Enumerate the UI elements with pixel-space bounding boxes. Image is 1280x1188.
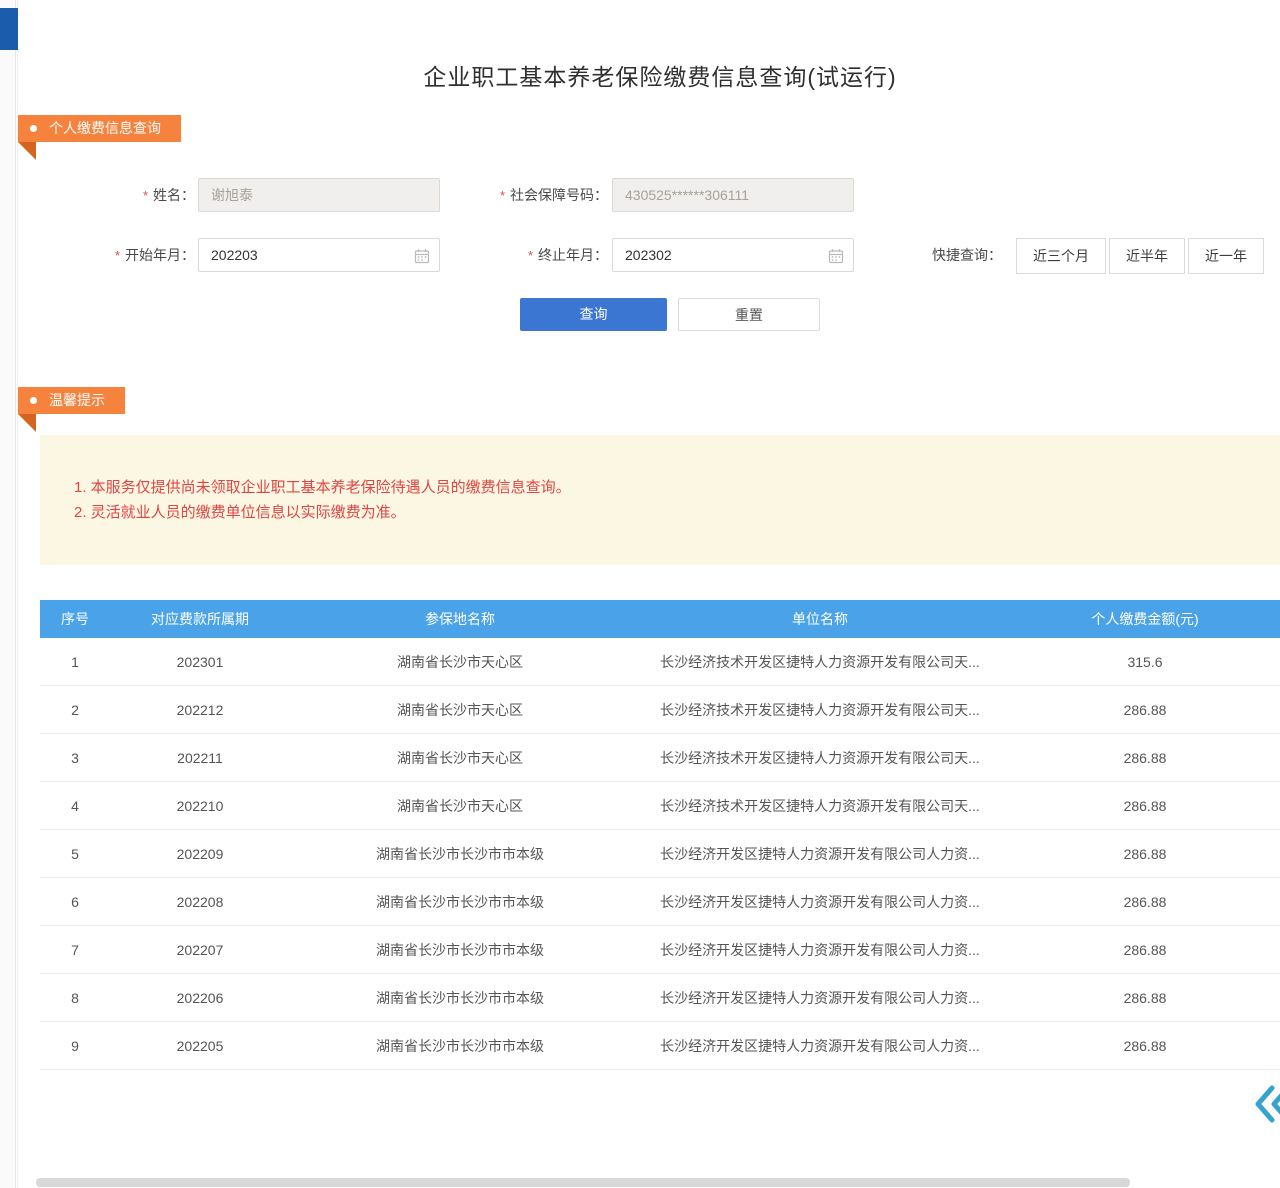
col-header-amount: 个人缴费金额(元) <box>1010 600 1280 638</box>
cell-insured-place: 湖南省长沙市长沙市市本级 <box>290 926 630 973</box>
cell-amount: 286.88 <box>1010 926 1280 973</box>
cell-amount: 286.88 <box>1010 734 1280 781</box>
table-row: 1 202301 湖南省长沙市天心区 长沙经济技术开发区捷特人力资源开发有限公司… <box>40 638 1280 686</box>
cell-insured-place: 湖南省长沙市长沙市市本级 <box>290 830 630 877</box>
required-asterisk: * <box>115 248 120 263</box>
cell-period: 202205 <box>110 1022 290 1069</box>
calendar-icon[interactable] <box>414 248 430 264</box>
cell-period: 202208 <box>110 878 290 925</box>
query-button[interactable]: 查询 <box>520 298 667 331</box>
cell-period: 202209 <box>110 830 290 877</box>
cell-insured-place: 湖南省长沙市天心区 <box>290 638 630 685</box>
table-row: 6 202208 湖南省长沙市长沙市市本级 长沙经济开发区捷特人力资源开发有限公… <box>40 878 1280 926</box>
cell-period: 202210 <box>110 782 290 829</box>
horizontal-scrollbar[interactable] <box>36 1178 1130 1187</box>
end-month-field[interactable]: 202302 <box>612 238 854 272</box>
cell-employer: 长沙经济技术开发区捷特人力资源开发有限公司天... <box>630 686 1010 733</box>
sidebar-blue-block <box>0 8 18 50</box>
tips-line: 2. 灵活就业人员的缴费单位信息以实际缴费为准。 <box>74 500 1260 525</box>
table-row: 3 202211 湖南省长沙市天心区 长沙经济技术开发区捷特人力资源开发有限公司… <box>40 734 1280 782</box>
table-row: 2 202212 湖南省长沙市天心区 长沙经济技术开发区捷特人力资源开发有限公司… <box>40 686 1280 734</box>
table-row: 8 202206 湖南省长沙市长沙市市本级 长沙经济开发区捷特人力资源开发有限公… <box>40 974 1280 1022</box>
required-asterisk: * <box>143 188 148 203</box>
start-month-field[interactable]: 202203 <box>198 238 440 272</box>
cell-amount: 286.88 <box>1010 782 1280 829</box>
cell-seq: 8 <box>40 974 110 1021</box>
section-tag-label: 温馨提示 <box>49 387 105 414</box>
col-header-period: 对应费款所属期 <box>110 600 290 638</box>
collapse-double-chevron-icon[interactable] <box>1252 1082 1280 1126</box>
cell-period: 202212 <box>110 686 290 733</box>
cell-seq: 6 <box>40 878 110 925</box>
cell-seq: 2 <box>40 686 110 733</box>
cell-employer: 长沙经济技术开发区捷特人力资源开发有限公司天... <box>630 782 1010 829</box>
cell-period: 202211 <box>110 734 290 781</box>
bullet-dot-icon <box>30 397 37 404</box>
cell-period: 202207 <box>110 926 290 973</box>
cell-employer: 长沙经济开发区捷特人力资源开发有限公司人力资... <box>630 1022 1010 1069</box>
cell-employer: 长沙经济开发区捷特人力资源开发有限公司人力资... <box>630 974 1010 1021</box>
required-asterisk: * <box>500 188 505 203</box>
table-row: 5 202209 湖南省长沙市长沙市市本级 长沙经济开发区捷特人力资源开发有限公… <box>40 830 1280 878</box>
cell-period: 202206 <box>110 974 290 1021</box>
col-header-insured-place: 参保地名称 <box>290 600 630 638</box>
calendar-icon[interactable] <box>828 248 844 264</box>
section-tag-label: 个人缴费信息查询 <box>49 115 161 142</box>
cell-amount: 315.6 <box>1010 638 1280 685</box>
col-header-seq: 序号 <box>40 600 110 638</box>
cell-employer: 长沙经济开发区捷特人力资源开发有限公司人力资... <box>630 830 1010 877</box>
cell-amount: 286.88 <box>1010 830 1280 877</box>
cell-amount: 286.88 <box>1010 878 1280 925</box>
cell-seq: 4 <box>40 782 110 829</box>
end-month-label: *终止年月： <box>440 238 608 272</box>
cell-insured-place: 湖南省长沙市长沙市市本级 <box>290 1022 630 1069</box>
cell-insured-place: 湖南省长沙市天心区 <box>290 782 630 829</box>
section-tag-personal-payment-query: 个人缴费信息查询 <box>18 115 181 142</box>
payment-table: 序号 对应费款所属期 参保地名称 单位名称 个人缴费金额(元) 1 202301… <box>40 600 1280 1070</box>
table-row: 9 202205 湖南省长沙市长沙市市本级 长沙经济开发区捷特人力资源开发有限公… <box>40 1022 1280 1070</box>
cell-employer: 长沙经济开发区捷特人力资源开发有限公司人力资... <box>630 878 1010 925</box>
table-row: 7 202207 湖南省长沙市长沙市市本级 长沙经济开发区捷特人力资源开发有限公… <box>40 926 1280 974</box>
cell-insured-place: 湖南省长沙市长沙市市本级 <box>290 974 630 1021</box>
cell-amount: 286.88 <box>1010 1022 1280 1069</box>
table-header-row: 序号 对应费款所属期 参保地名称 单位名称 个人缴费金额(元) <box>40 600 1280 638</box>
cell-seq: 1 <box>40 638 110 685</box>
bullet-dot-icon <box>30 125 37 132</box>
quick-btn-last-half-year[interactable]: 近半年 <box>1109 238 1185 274</box>
name-field[interactable]: 谢旭泰 <box>198 178 440 212</box>
cell-insured-place: 湖南省长沙市天心区 <box>290 686 630 733</box>
cell-seq: 5 <box>40 830 110 877</box>
name-label: *姓名： <box>60 178 195 212</box>
cell-amount: 286.88 <box>1010 686 1280 733</box>
cell-insured-place: 湖南省长沙市天心区 <box>290 734 630 781</box>
cell-amount: 286.88 <box>1010 974 1280 1021</box>
ssn-field[interactable]: 430525******306111 <box>612 178 854 212</box>
table-body: 1 202301 湖南省长沙市天心区 长沙经济技术开发区捷特人力资源开发有限公司… <box>40 638 1280 1070</box>
tips-line: 1. 本服务仅提供尚未领取企业职工基本养老保险待遇人员的缴费信息查询。 <box>74 475 1260 500</box>
col-header-employer: 单位名称 <box>630 600 1010 638</box>
quick-btn-last-3-months[interactable]: 近三个月 <box>1016 238 1106 274</box>
quick-btn-last-year[interactable]: 近一年 <box>1188 238 1264 274</box>
cell-employer: 长沙经济技术开发区捷特人力资源开发有限公司天... <box>630 638 1010 685</box>
left-rail <box>0 0 16 1188</box>
start-month-label: *开始年月： <box>60 238 195 272</box>
quick-query-group: 近三个月 近半年 近一年 <box>1016 238 1264 274</box>
cell-period: 202301 <box>110 638 290 685</box>
reset-button[interactable]: 重置 <box>678 298 820 331</box>
cell-employer: 长沙经济开发区捷特人力资源开发有限公司人力资... <box>630 926 1010 973</box>
table-row: 4 202210 湖南省长沙市天心区 长沙经济技术开发区捷特人力资源开发有限公司… <box>40 782 1280 830</box>
quick-query-label: 快捷查询： <box>932 238 1002 272</box>
required-asterisk: * <box>528 248 533 263</box>
cell-seq: 9 <box>40 1022 110 1069</box>
cell-employer: 长沙经济技术开发区捷特人力资源开发有限公司天... <box>630 734 1010 781</box>
page-title: 企业职工基本养老保险缴费信息查询(试运行) <box>40 58 1280 92</box>
cell-seq: 7 <box>40 926 110 973</box>
section-tag-tips: 温馨提示 <box>18 387 125 414</box>
cell-seq: 3 <box>40 734 110 781</box>
ssn-label: *社会保障号码： <box>440 178 608 212</box>
tips-notice-box: 1. 本服务仅提供尚未领取企业职工基本养老保险待遇人员的缴费信息查询。 2. 灵… <box>40 435 1280 565</box>
cell-insured-place: 湖南省长沙市长沙市市本级 <box>290 878 630 925</box>
